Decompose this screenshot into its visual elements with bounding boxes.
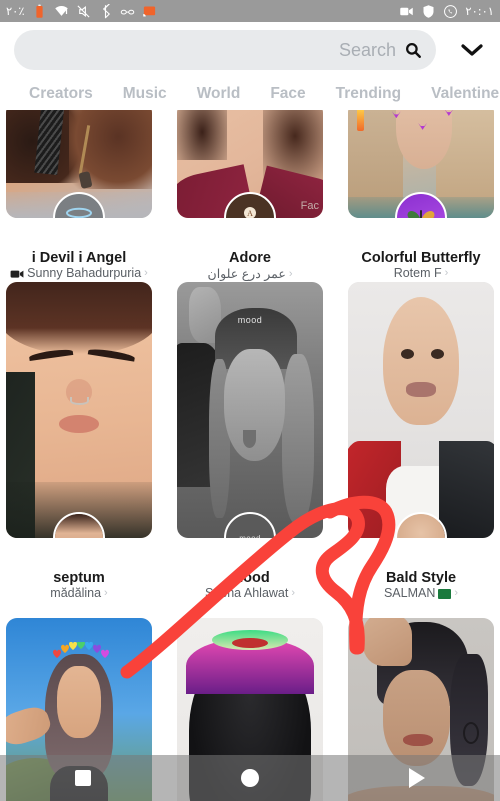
lens-card-adore[interactable]: Fac A Adore Adore عمر درع علوان › xyxy=(177,110,323,281)
status-bar-left: ٢٠٪ xyxy=(6,3,157,19)
lens-title: Bald Style xyxy=(385,570,457,586)
lens-preview-image xyxy=(348,282,494,538)
shield-icon xyxy=(423,4,434,18)
lens-author-label: عمر درع علوان xyxy=(207,267,286,281)
back-button[interactable] xyxy=(387,755,447,801)
lens-card-mood[interactable]: mood mood mood Sneha Ahlawat › xyxy=(177,282,323,600)
lens-meta: Bald Style SALMAN › xyxy=(348,570,494,600)
lens-author-label: Sneha Ahlawat xyxy=(204,586,289,600)
lens-title: septum xyxy=(53,570,105,586)
hearts-crown-icon xyxy=(52,642,109,658)
chevron-right-icon: › xyxy=(444,267,449,279)
cast-icon xyxy=(142,6,155,16)
whatsapp-icon xyxy=(444,4,458,18)
tab-creators[interactable]: Creators xyxy=(14,85,108,103)
bluetooth-icon xyxy=(102,3,110,18)
lens-author[interactable]: Sunny Bahadurpuria › xyxy=(6,266,152,280)
lens-author[interactable]: عمر درع علوان › xyxy=(177,266,323,281)
tab-face[interactable]: Face xyxy=(255,85,320,103)
lens-meta: i Devil i Angel Sunny Bahadurpuria › xyxy=(6,250,152,280)
lens-watermark: Fac xyxy=(300,200,319,212)
mute-icon xyxy=(77,4,90,18)
category-tab-bar[interactable]: Creators Music World Face Trending Valen… xyxy=(0,78,500,110)
status-bar: ٢٠٪ ٢٠:٠١ xyxy=(0,0,500,22)
glasses-icon xyxy=(120,9,134,14)
lens-author-label: SALMAN xyxy=(383,586,436,600)
clock-label: ٢٠:٠١ xyxy=(465,4,494,18)
lens-meta: septum mădălina › xyxy=(6,570,152,600)
battery-icon xyxy=(35,4,43,18)
lens-meta: mood Sneha Ahlawat › xyxy=(177,570,323,600)
lens-thumbnail[interactable] xyxy=(6,110,152,218)
lens-title: i Devil i Angel xyxy=(31,250,127,266)
lens-author-label: Rotem F xyxy=(393,266,442,280)
lens-preview-image xyxy=(6,282,152,538)
lens-title: Colorful Butterfly xyxy=(361,250,481,266)
lens-author[interactable]: mădălina › xyxy=(6,586,152,600)
camera-icon xyxy=(10,270,24,278)
wifi-icon xyxy=(54,5,68,16)
lens-card-bald-style[interactable]: Bald Style SALMAN › xyxy=(348,282,494,600)
svg-text:A: A xyxy=(247,209,253,218)
triangle-icon[interactable] xyxy=(408,768,425,788)
battery-percent-label: ٢٠٪ xyxy=(6,4,25,18)
lens-thumbnail[interactable]: mood mood xyxy=(177,282,323,538)
chevron-right-icon: › xyxy=(454,587,459,599)
search-icon[interactable] xyxy=(404,41,422,59)
tab-world[interactable]: World xyxy=(182,85,256,103)
chevron-right-icon: › xyxy=(104,587,108,599)
expand-button[interactable] xyxy=(458,38,486,62)
square-icon[interactable] xyxy=(75,770,92,786)
lens-watermark: mood xyxy=(237,315,263,326)
search-header: Search xyxy=(0,22,500,78)
chevron-right-icon: › xyxy=(288,267,293,280)
lens-thumbnail[interactable] xyxy=(348,110,494,218)
lens-card-septum[interactable]: septum mădălina › xyxy=(6,282,152,600)
lens-thumbnail[interactable] xyxy=(348,282,494,538)
chevron-right-icon: › xyxy=(144,267,148,279)
lens-grid[interactable]: i Devil i Angel Sunny Bahadurpuria › Fac… xyxy=(0,110,500,801)
lens-title: Adore xyxy=(229,250,271,266)
lens-author-label: Sunny Bahadurpuria xyxy=(27,266,142,280)
lens-author[interactable]: Rotem F › xyxy=(348,266,494,280)
recents-button[interactable] xyxy=(53,755,113,801)
lens-thumbnail[interactable]: Fac A Adore xyxy=(177,110,323,218)
lens-author[interactable]: SALMAN › xyxy=(348,586,494,600)
chevron-down-icon[interactable] xyxy=(460,42,484,58)
android-navigation-bar[interactable] xyxy=(0,755,500,801)
lens-preview-image: mood xyxy=(177,282,323,538)
tab-music[interactable]: Music xyxy=(108,85,182,103)
search-input[interactable]: Search xyxy=(14,30,436,70)
lens-title: mood xyxy=(230,570,270,586)
lens-card-i-devil-i-angel[interactable]: i Devil i Angel Sunny Bahadurpuria › xyxy=(6,110,152,280)
status-bar-right: ٢٠:٠١ xyxy=(399,4,494,19)
tab-trending[interactable]: Trending xyxy=(321,85,416,103)
chevron-right-icon: › xyxy=(291,587,296,599)
lens-author-label: mădălina xyxy=(50,586,102,600)
lens-meta: Colorful Butterfly Rotem F › xyxy=(348,250,494,280)
snapchat-lens-explorer-screen: ٢٠٪ ٢٠:٠١ Search Creators Music World Fa… xyxy=(0,0,500,801)
lens-author[interactable]: Sneha Ahlawat › xyxy=(177,586,323,600)
home-button[interactable] xyxy=(220,755,280,801)
saudi-flag-icon xyxy=(438,589,452,599)
lens-meta: Adore عمر درع علوان › xyxy=(177,250,323,281)
video-camera-icon xyxy=(400,7,414,15)
tab-valentines-day[interactable]: Valentine's Day xyxy=(416,85,500,103)
search-placeholder-label: Search xyxy=(338,39,396,60)
lens-thumbnail[interactable] xyxy=(6,282,152,538)
circle-icon[interactable] xyxy=(240,769,259,787)
lens-card-colorful-butterfly[interactable]: Colorful Butterfly Rotem F › xyxy=(348,110,494,280)
